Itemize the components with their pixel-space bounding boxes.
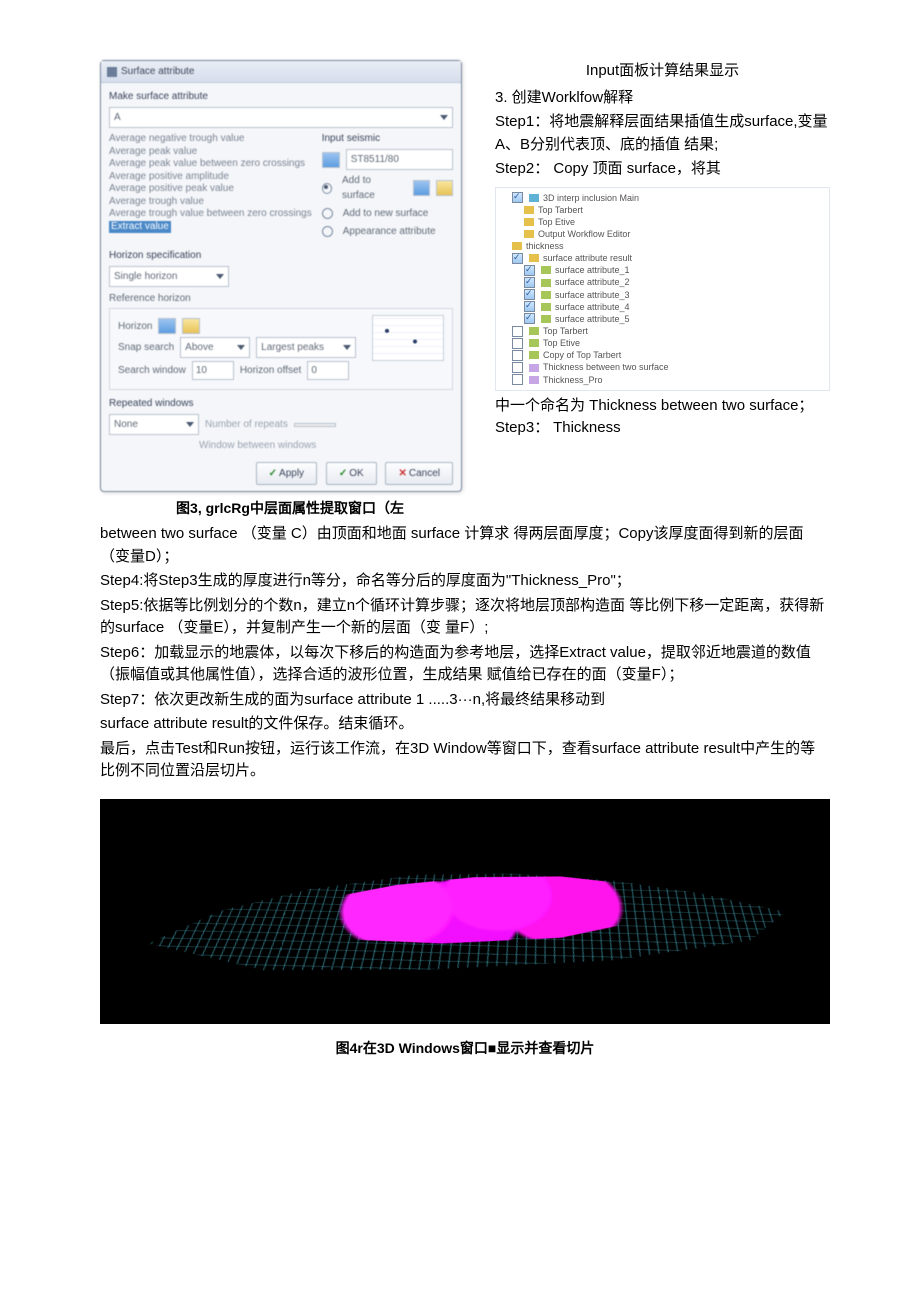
dialog-title-text: Surface attribute: [121, 64, 194, 79]
paragraph: Step4:将Step3生成的厚度进行n等分，命名等分后的厚度面为"Thickn…: [100, 570, 830, 593]
list-item[interactable]: Average peak value: [109, 146, 312, 159]
apply-button[interactable]: ✓Apply: [256, 462, 317, 485]
waveform-preview: [372, 315, 444, 361]
combo-value: Largest peaks: [261, 340, 324, 355]
radio-add-to-surface[interactable]: Add to surface: [322, 173, 453, 203]
tree-item[interactable]: Thickness between two surface: [543, 361, 669, 373]
step2-text: Step2： Copy 顶面 surface，将其: [495, 158, 830, 181]
tree-item[interactable]: surface attribute_1: [555, 264, 630, 276]
button-label: Cancel: [409, 468, 440, 479]
list-item-selected[interactable]: Extract value: [109, 221, 171, 234]
dialog-titlebar: Surface attribute: [101, 61, 461, 83]
horizon-label: Horizon: [118, 319, 152, 334]
step-heading: 3. 创建Worklfow解释: [495, 87, 830, 110]
paragraph: Step7：依次更改新生成的面为surface attribute 1 ....…: [100, 689, 830, 712]
tree-item[interactable]: surface attribute_2: [555, 276, 630, 288]
chevron-down-icon: [237, 345, 245, 350]
tree-item[interactable]: Output Workflow Editor: [538, 228, 630, 240]
folder-icon[interactable]: [182, 318, 200, 334]
section-label: Make surface attribute: [109, 89, 453, 104]
combo-value: Above: [185, 340, 213, 355]
chevron-down-icon: [186, 422, 194, 427]
surface-icon[interactable]: [413, 180, 430, 196]
radio-add-new[interactable]: Add to new surface: [322, 206, 453, 221]
chevron-down-icon: [216, 274, 224, 279]
combo-value: A: [114, 110, 121, 125]
ref-horizon-label: Reference horizon: [109, 291, 453, 306]
button-label: Apply: [279, 468, 304, 479]
list-item[interactable]: Average peak value between zero crossing…: [109, 158, 312, 171]
step1-text: Step1：将地震解释层面结果插值生成surface,变量A、B分别代表顶、底的…: [495, 111, 830, 156]
tree-item[interactable]: surface attribute_3: [555, 289, 630, 301]
folder-icon[interactable]: [436, 180, 453, 196]
tree-item[interactable]: Copy of Top Tarbert: [543, 349, 621, 361]
chevron-down-icon: [440, 115, 448, 120]
snap-combo[interactable]: Above: [180, 337, 250, 358]
paragraph: surface attribute result的文件保存。结束循环。: [100, 713, 830, 736]
horizon-mode-combo[interactable]: Single horizon: [109, 266, 229, 287]
list-item[interactable]: Average negative trough value: [109, 133, 312, 146]
radio-label: Add to new surface: [343, 206, 429, 221]
radio-label: Appearance attribute: [343, 224, 436, 239]
tree-item[interactable]: 3D interp inclusion Main: [543, 192, 639, 204]
repeated-label: Repeated windows: [109, 396, 453, 411]
list-item[interactable]: Average positive amplitude: [109, 171, 312, 184]
tree-item[interactable]: Top Tarbert: [538, 204, 583, 216]
list-item[interactable]: Average positive peak value: [109, 183, 312, 196]
repeat-mode-combo[interactable]: None: [109, 414, 199, 435]
seismic-combo[interactable]: ST8511/80: [346, 149, 453, 170]
seismic-icon[interactable]: [322, 152, 340, 168]
snap-label: Snap search: [118, 340, 174, 355]
combo-value: Single horizon: [114, 269, 177, 284]
tree-item[interactable]: surface attribute_4: [555, 301, 630, 313]
chevron-down-icon: [343, 345, 351, 350]
paragraph: Step6：加载显示的地震体，以每次下移后的构造面为参考地层，选择Extract…: [100, 642, 830, 687]
tree-item[interactable]: Top Etive: [538, 216, 575, 228]
horizon-icon[interactable]: [158, 318, 176, 334]
window-between-label: Window between windows: [199, 438, 316, 453]
tree-item[interactable]: surface attribute result: [543, 252, 632, 264]
offset-input[interactable]: 0: [307, 361, 349, 380]
paragraph: between two surface （变量 C）由顶面和地面 surface…: [100, 523, 830, 568]
seismic-3d-view: [100, 799, 830, 1024]
radio-label: Add to surface: [342, 173, 401, 203]
tree-item[interactable]: Thickness_Pro: [543, 374, 603, 386]
after-tree-text: 中一个命名为 Thickness between two surface； St…: [495, 395, 830, 440]
figure3-caption: 图3, grlcRg中层面属性提取窗口（左: [100, 498, 480, 519]
tree-item[interactable]: thickness: [526, 240, 564, 252]
model-tree: 3D interp inclusion Main Top Tarbert Top…: [495, 187, 830, 391]
offset-label: Horizon offset: [240, 363, 302, 378]
list-item[interactable]: Average trough value between zero crossi…: [109, 208, 312, 221]
search-window-input[interactable]: 10: [192, 361, 234, 380]
ok-button[interactable]: ✓OK: [326, 462, 377, 485]
combo-value: None: [114, 417, 138, 432]
tree-item[interactable]: Top Tarbert: [543, 325, 588, 337]
combo-value: ST8511/80: [351, 152, 399, 167]
tree-item[interactable]: surface attribute_5: [555, 313, 630, 325]
input-seismic-label: Input seismic: [322, 131, 453, 146]
button-label: OK: [349, 468, 363, 479]
paragraph: 最后，点击Test和Run按钮，运行该工作流，在3D Window等窗口下，查看…: [100, 738, 830, 783]
app-icon: [107, 67, 117, 77]
horizon-spec-label: Horizon specification: [109, 248, 453, 263]
tree-item[interactable]: Top Etive: [543, 337, 580, 349]
search-window-label: Search window: [118, 363, 186, 378]
figure4-caption: 图4r在3D Windows窗口■显示并查看切片: [100, 1038, 830, 1059]
cancel-button[interactable]: ✕Cancel: [385, 462, 453, 485]
attribute-list[interactable]: Average negative trough value Average pe…: [109, 133, 312, 236]
input-panel-heading: Input面板计算结果显示: [495, 60, 830, 83]
list-item[interactable]: Average trough value: [109, 196, 312, 209]
surface-attribute-dialog: Surface attribute Make surface attribute…: [100, 60, 462, 492]
output-combo[interactable]: A: [109, 107, 453, 128]
peaks-combo[interactable]: Largest peaks: [256, 337, 356, 358]
num-repeats-label: Number of repeats: [205, 417, 288, 432]
radio-appearance[interactable]: Appearance attribute: [322, 224, 453, 239]
paragraph: Step5:依据等比例划分的个数n，建立n个循环计算步骤；逐次将地层顶部构造面 …: [100, 595, 830, 640]
num-repeats-input[interactable]: [294, 423, 336, 427]
